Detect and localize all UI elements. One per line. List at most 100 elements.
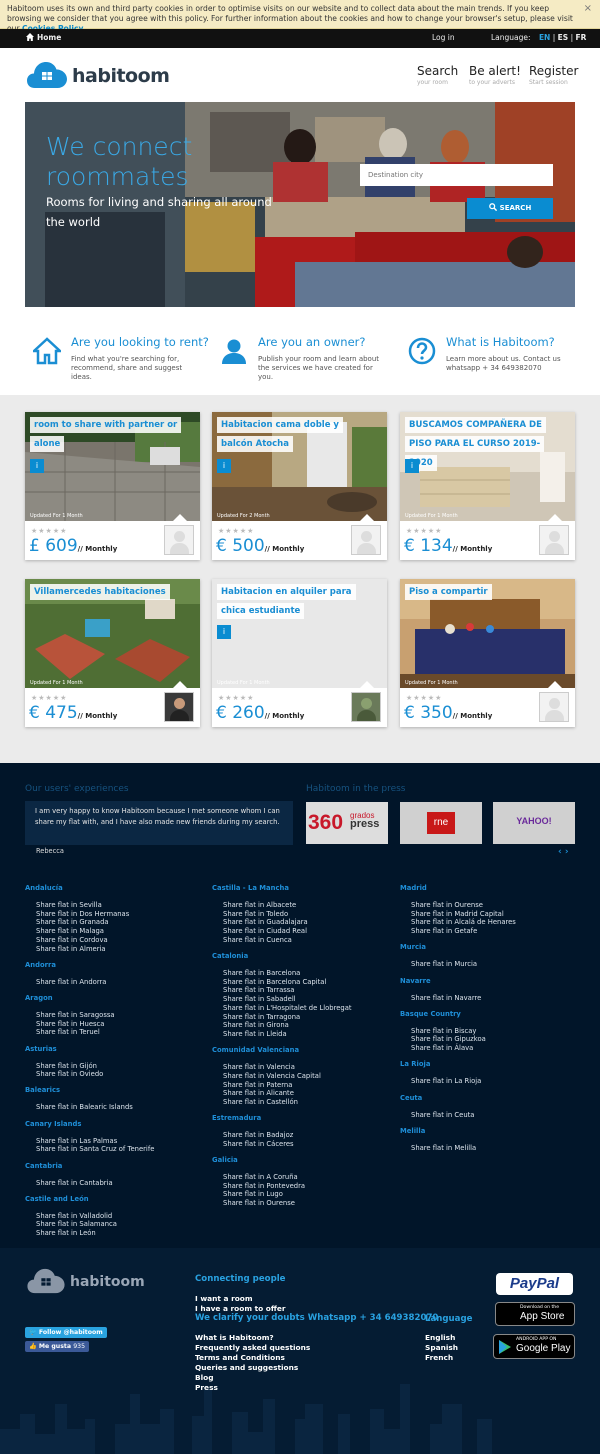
city-link[interactable]: Share flat in Barcelona Capital: [223, 978, 326, 986]
city-link[interactable]: Share flat in Salamanca: [36, 1220, 117, 1228]
footer-link-press[interactable]: Press: [195, 1383, 218, 1392]
city-link[interactable]: Share flat in Ceuta: [411, 1111, 474, 1119]
city-link[interactable]: Share flat in Lleida: [223, 1030, 287, 1038]
region-heading[interactable]: Madrid: [400, 884, 427, 892]
city-link[interactable]: Share flat in Valladolid: [36, 1212, 112, 1220]
listing-card[interactable]: Habitacion en alquiler para chica estudi…: [212, 579, 387, 727]
app-store-badge[interactable]: Download on the App Store: [495, 1302, 575, 1326]
chevron-left-icon[interactable]: ‹: [558, 847, 562, 857]
listing-card[interactable]: Habitacion cama doble y balcón Atocha i …: [212, 412, 387, 560]
avatar[interactable]: [164, 692, 194, 722]
twitter-follow-button[interactable]: 🐦 Follow @habitoom: [25, 1327, 107, 1338]
city-link[interactable]: Share flat in León: [36, 1229, 96, 1237]
region-heading[interactable]: Estremadura: [212, 1114, 261, 1122]
city-link[interactable]: Share flat in Gipuzkoa: [411, 1035, 486, 1043]
city-link[interactable]: Share flat in Balearic Islands: [36, 1103, 133, 1111]
destination-city-input[interactable]: [360, 164, 553, 186]
footer-lang-spanish[interactable]: Spanish: [425, 1343, 458, 1352]
google-play-badge[interactable]: ANDROID APP ON Google Play: [493, 1334, 575, 1359]
city-link[interactable]: Share flat in Albacete: [223, 901, 296, 909]
region-heading[interactable]: Andorra: [25, 961, 56, 969]
city-link[interactable]: Share flat in Cáceres: [223, 1140, 294, 1148]
city-link[interactable]: Share flat in Santa Cruz of Tenerife: [36, 1145, 154, 1153]
listing-card[interactable]: BUSCAMOS COMPAÑERA DE PISO PARA EL CURSO…: [400, 412, 575, 560]
city-link[interactable]: Share flat in Barcelona: [223, 969, 300, 977]
lang-fr-link[interactable]: FR: [576, 33, 587, 42]
whatsapp-contact[interactable]: We clarify your doubts Whatsapp + 34 649…: [195, 1313, 438, 1323]
city-link[interactable]: Share flat in Malaga: [36, 927, 104, 935]
region-heading[interactable]: Comunidad Valenciana: [212, 1046, 299, 1054]
listing-card[interactable]: room to share with partner or alone i Up…: [25, 412, 200, 560]
city-link[interactable]: Share flat in Almeria: [36, 945, 106, 953]
footer-link-about[interactable]: What is Habitoom?: [195, 1333, 274, 1342]
region-heading[interactable]: Melilla: [400, 1127, 425, 1135]
press-logo-rne[interactable]: rne: [400, 802, 482, 844]
footer-link-blog[interactable]: Blog: [195, 1373, 214, 1382]
close-icon[interactable]: ×: [584, 4, 592, 14]
search-button[interactable]: SEARCH: [467, 198, 553, 219]
city-link[interactable]: Share flat in Lugo: [223, 1190, 283, 1198]
city-link[interactable]: Share flat in Madrid Capital: [411, 910, 504, 918]
lang-es-link[interactable]: ES: [558, 33, 569, 42]
city-link[interactable]: Share flat in Cantabria: [36, 1179, 113, 1187]
lang-en-link[interactable]: EN: [539, 33, 550, 42]
region-heading[interactable]: Aragon: [25, 994, 53, 1002]
city-link[interactable]: Share flat in Girona: [223, 1021, 289, 1029]
city-link[interactable]: Share flat in Valencia Capital: [223, 1072, 321, 1080]
region-heading[interactable]: Andalucía: [25, 884, 63, 892]
login-link[interactable]: Log in: [432, 33, 455, 42]
logo-cloud-icon[interactable]: [27, 61, 67, 89]
city-link[interactable]: Share flat in Cordova: [36, 936, 108, 944]
city-link[interactable]: Share flat in La Rioja: [411, 1077, 481, 1085]
facebook-like-button[interactable]: 👍 Me gusta 935: [25, 1341, 90, 1352]
nav-alert[interactable]: Be alert! to your adverts: [469, 64, 521, 86]
press-logo-yahoo[interactable]: YAHOO!: [493, 802, 575, 844]
region-heading[interactable]: Cantabria: [25, 1162, 62, 1170]
region-heading[interactable]: Basque Country: [400, 1010, 461, 1018]
avatar[interactable]: [539, 692, 569, 722]
city-link[interactable]: Share flat in Paterna: [223, 1081, 292, 1089]
region-heading[interactable]: Castilla - La Mancha: [212, 884, 289, 892]
city-link[interactable]: Share flat in Dos Hermanas: [36, 910, 129, 918]
city-link[interactable]: Share flat in Navarre: [411, 994, 481, 1002]
city-link[interactable]: Share flat in Las Palmas: [36, 1137, 117, 1145]
city-link[interactable]: Share flat in Ourense: [223, 1199, 295, 1207]
city-link[interactable]: Share flat in Ourense: [411, 901, 483, 909]
region-heading[interactable]: Canary Islands: [25, 1120, 81, 1128]
avatar[interactable]: [351, 692, 381, 722]
region-heading[interactable]: Galicia: [212, 1156, 238, 1164]
nav-register[interactable]: Register Start session: [529, 64, 578, 86]
chevron-right-icon[interactable]: ›: [565, 847, 569, 857]
region-heading[interactable]: La Rioja: [400, 1060, 430, 1068]
city-link[interactable]: Share flat in Guadalajara: [223, 918, 308, 926]
city-link[interactable]: Share flat in Valencia: [223, 1063, 295, 1071]
city-link[interactable]: Share flat in Melilla: [411, 1144, 476, 1152]
city-link[interactable]: Share flat in Pontevedra: [223, 1182, 305, 1190]
city-link[interactable]: Share flat in Saragossa: [36, 1011, 115, 1019]
info-icon[interactable]: i: [217, 625, 231, 639]
region-heading[interactable]: Ceuta: [400, 1094, 422, 1102]
listing-card[interactable]: Piso a compartir Updated For 1 Month ★★★…: [400, 579, 575, 727]
region-heading[interactable]: Castile and León: [25, 1195, 89, 1203]
city-link[interactable]: Share flat in Granada: [36, 918, 109, 926]
region-heading[interactable]: Murcia: [400, 943, 426, 951]
info-icon[interactable]: i: [30, 459, 44, 473]
city-link[interactable]: Share flat in Murcia: [411, 960, 477, 968]
footer-link-terms[interactable]: Terms and Conditions: [195, 1353, 285, 1362]
want-room-link[interactable]: I want a room: [195, 1294, 253, 1303]
avatar[interactable]: [164, 525, 194, 555]
avatar[interactable]: [351, 525, 381, 555]
city-link[interactable]: Share flat in Álava: [411, 1044, 473, 1052]
nav-search[interactable]: Search your room: [417, 64, 458, 86]
city-link[interactable]: Share flat in Sevilla: [36, 901, 102, 909]
city-link[interactable]: Share flat in Teruel: [36, 1028, 100, 1036]
info-icon[interactable]: i: [405, 459, 419, 473]
city-link[interactable]: Share flat in Andorra: [36, 978, 106, 986]
city-link[interactable]: Share flat in Ciudad Real: [223, 927, 307, 935]
paypal-badge[interactable]: PayPal: [496, 1273, 573, 1295]
city-link[interactable]: Share flat in Sabadell: [223, 995, 296, 1003]
city-link[interactable]: Share flat in Getafe: [411, 927, 477, 935]
city-link[interactable]: Share flat in Gijón: [36, 1062, 97, 1070]
avatar[interactable]: [539, 525, 569, 555]
city-link[interactable]: Share flat in A Coruña: [223, 1173, 298, 1181]
